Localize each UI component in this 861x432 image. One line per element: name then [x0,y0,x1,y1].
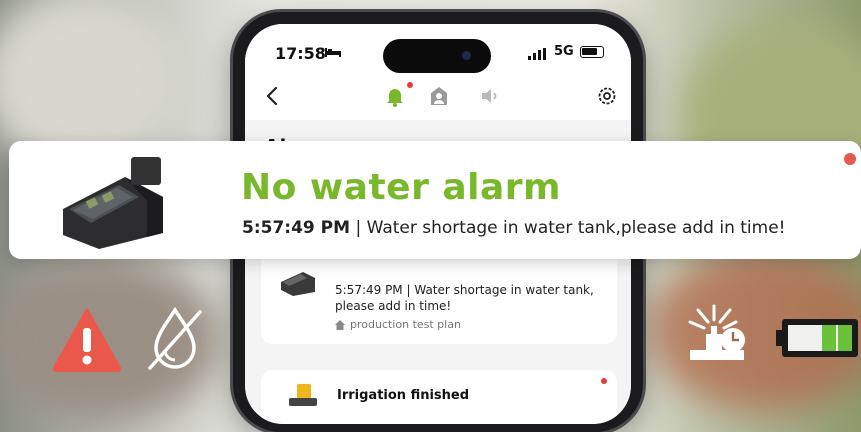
home-icon [335,319,345,330]
alarm-card-plan: production test plan [335,318,461,331]
valve-thumbnail [289,384,317,406]
banner-title: No water alarm [241,167,562,208]
network-label: 5G [554,44,574,59]
settings-icon[interactable] [595,84,619,108]
banner-time: 5:57:49 PM [242,218,351,238]
alarm-card-title: Irrigation finished [337,388,470,403]
no-water-drop-icon [148,306,202,370]
dynamic-island [383,39,491,73]
alarm-card[interactable]: Irrigation finished [261,370,617,424]
notification-dot [407,82,413,88]
status-bar: 17:58 5G [245,24,631,74]
warning-icon [52,309,122,372]
alarm-card-message: 5:57:49 PM | Water shortage in water tan… [335,283,594,313]
bell-icon[interactable] [383,84,407,108]
status-time: 17:58 [275,44,326,63]
speaker-icon[interactable] [479,84,503,108]
status-battery-icon [580,46,604,58]
nav-bar [245,74,631,120]
controller-thumbnail [281,272,315,296]
notification-banner[interactable]: No water alarm 5:57:49 PM | Water shorta… [9,141,861,259]
unread-dot [601,378,607,384]
low-battery-icon [776,319,858,357]
banner-separator: | [350,218,367,238]
controller-device-image [63,157,163,249]
sprinkler-timer-icon [688,304,745,360]
banner-text: Water shortage in water tank,please add … [366,218,786,238]
camera-icon [462,51,471,60]
bed-icon [325,48,341,57]
unread-dot [844,153,856,165]
alarm-card[interactable]: 5:57:49 PM | Water shortage in water tan… [261,252,617,344]
back-arrow-icon[interactable] [261,84,285,108]
user-icon[interactable] [427,84,451,108]
plan-label: production test plan [350,318,461,331]
signal-icon [528,48,546,60]
banner-message: 5:57:49 PM | Water shortage in water tan… [242,218,786,238]
